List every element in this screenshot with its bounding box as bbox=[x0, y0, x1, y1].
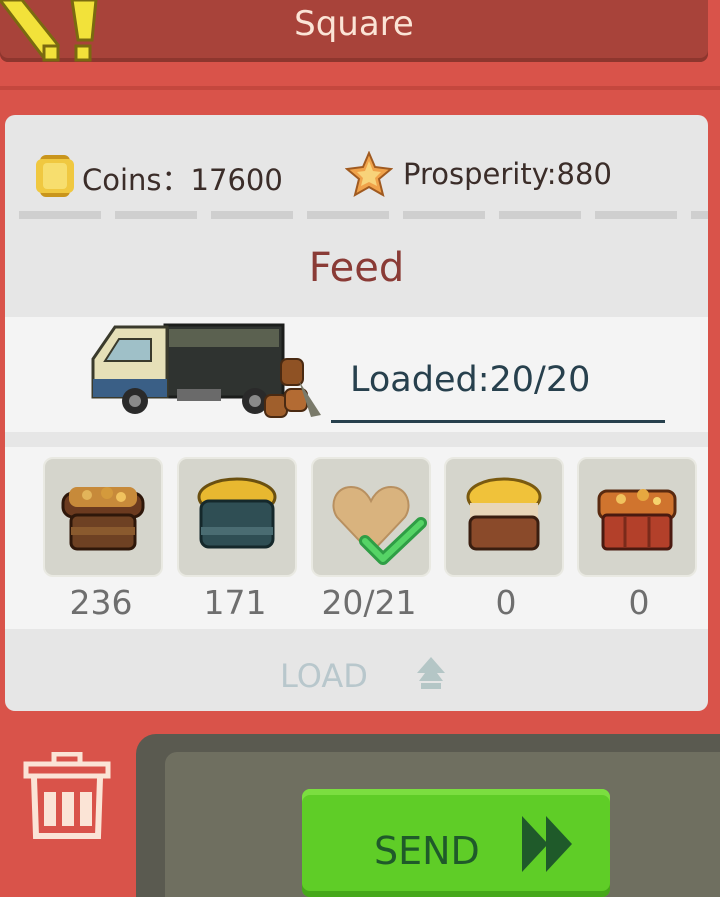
goods-slot-4[interactable] bbox=[444, 457, 564, 577]
feed-panel: Coins：17600 Prosperity:880 Feed Loaded:2… bbox=[5, 115, 708, 711]
load-button[interactable]: LOAD bbox=[280, 657, 368, 695]
heart-feed-icon bbox=[332, 485, 427, 565]
goods-slot-2[interactable] bbox=[177, 457, 297, 577]
up-arrow-icon[interactable] bbox=[413, 655, 449, 691]
goods-count: 20/21 bbox=[321, 583, 417, 622]
stats-bar: Coins：17600 Prosperity:880 bbox=[5, 115, 708, 219]
goods-slot-3-selected[interactable] bbox=[311, 457, 431, 577]
fast-forward-icon bbox=[522, 816, 572, 872]
section-title: Feed bbox=[308, 245, 405, 291]
loaded-status: Loaded:20/20 bbox=[350, 360, 591, 400]
trash-icon[interactable] bbox=[22, 752, 112, 844]
exclamation-icon bbox=[0, 0, 98, 62]
feed-bowl-golden-icon bbox=[466, 477, 542, 551]
prosperity-value: Prosperity:880 bbox=[403, 157, 612, 191]
goods-slot-1[interactable] bbox=[43, 457, 163, 577]
truck-row: Loaded:20/20 bbox=[5, 317, 708, 432]
truck-icon bbox=[91, 323, 321, 418]
loaded-underline bbox=[331, 420, 665, 423]
goods-count: 236 bbox=[69, 583, 133, 622]
goods-slot-5[interactable] bbox=[577, 457, 697, 577]
goods-count: 171 bbox=[203, 583, 267, 622]
dashed-divider bbox=[5, 211, 708, 219]
feed-crate-red-icon bbox=[597, 489, 677, 551]
goods-row: 236 171 20/21 0 0 bbox=[5, 447, 708, 629]
send-button[interactable]: SEND bbox=[302, 789, 610, 897]
coin-icon bbox=[36, 155, 74, 197]
send-label: SEND bbox=[374, 829, 480, 873]
coins-value: Coins：17600 bbox=[82, 163, 283, 197]
goods-count: 0 bbox=[495, 583, 517, 622]
prosperity-star-icon bbox=[345, 151, 393, 198]
feed-bowl-brown-icon bbox=[61, 487, 145, 551]
feed-bowl-teal-icon bbox=[197, 477, 277, 549]
goods-count: 0 bbox=[628, 583, 650, 622]
divider bbox=[0, 86, 720, 90]
